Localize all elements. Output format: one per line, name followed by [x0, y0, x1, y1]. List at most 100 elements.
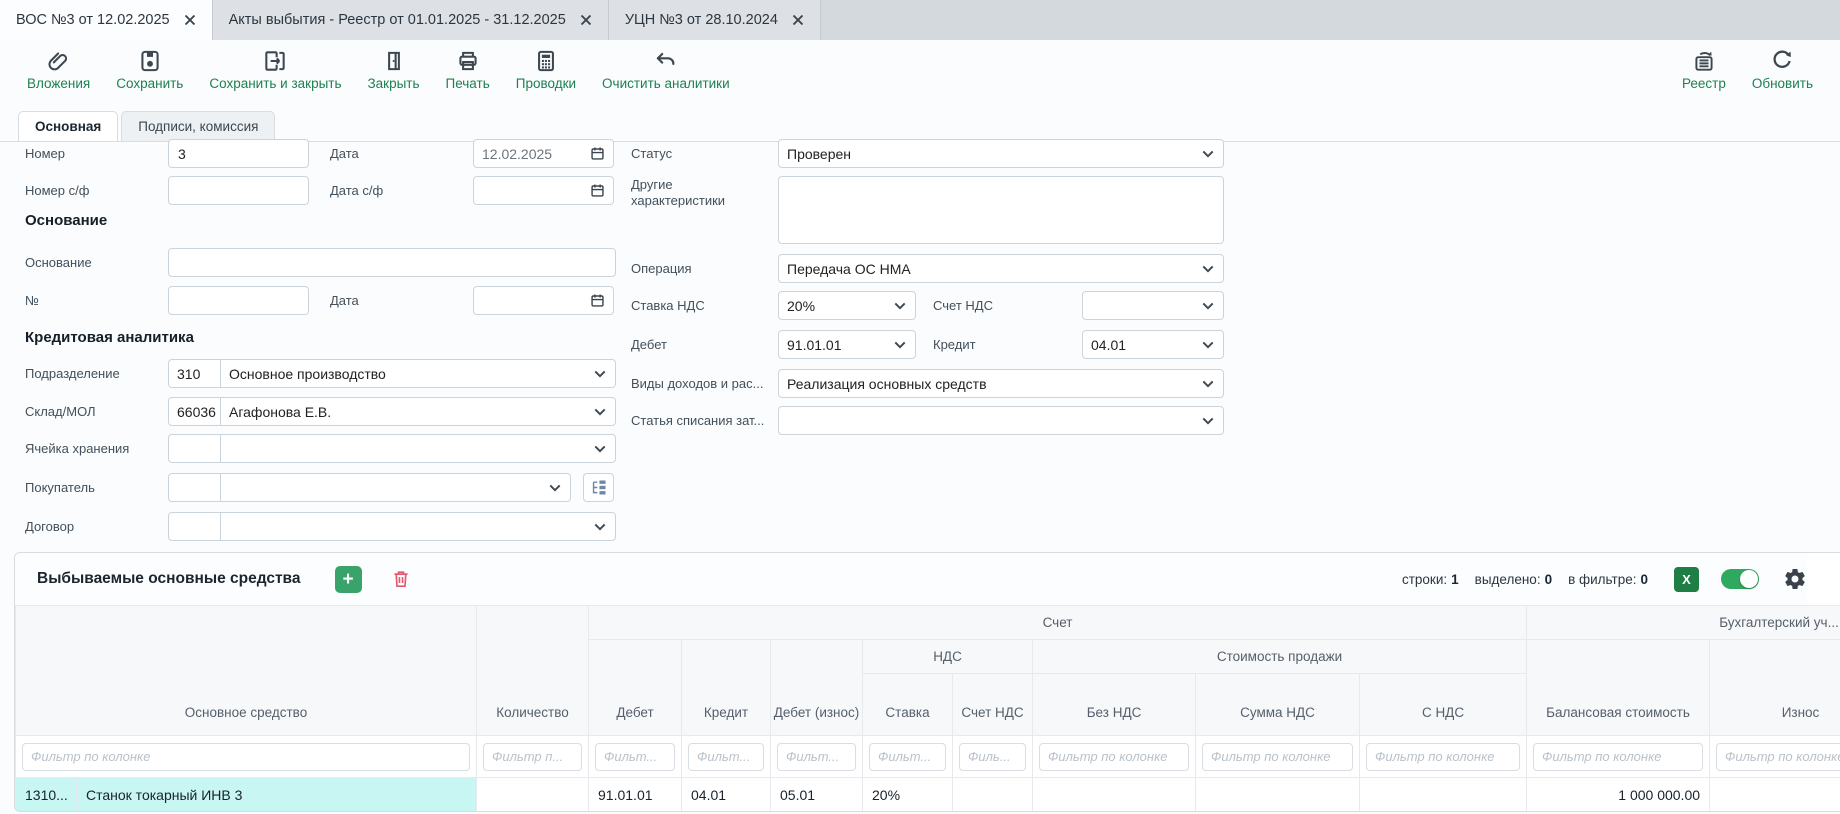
filter-input-osnovnoe-sredstvo[interactable] — [22, 743, 470, 771]
vidy-dohodov-select[interactable]: Реализация основных средств — [778, 369, 1224, 398]
table-row[interactable]: 1310... Станок токарный ИНВ 3 91.01.01 0… — [16, 778, 1840, 812]
close-icon[interactable] — [792, 14, 804, 26]
filter-toggle[interactable] — [1721, 569, 1759, 589]
statya-spisaniya-select[interactable] — [778, 406, 1224, 435]
schet-nds-select[interactable] — [1082, 291, 1224, 320]
column-header-debet[interactable]: Дебет — [589, 640, 682, 736]
tab-podpisi-komissiya[interactable]: Подписи, комиссия — [121, 111, 275, 141]
pokupatel-hierarchy-button[interactable] — [583, 473, 614, 502]
column-header-s-nds[interactable]: С НДС — [1360, 674, 1527, 736]
cell-schet-nds — [953, 778, 1033, 812]
status-select[interactable]: Проверен — [778, 139, 1224, 168]
tab-osnovnaya[interactable]: Основная — [18, 111, 118, 141]
field-label-vidy-dohodov: Виды доходов и рас... — [631, 376, 763, 392]
cell-qty — [477, 778, 589, 812]
debet-select[interactable]: 91.01.01 — [778, 330, 916, 359]
filter-input-summa-nds[interactable] — [1202, 743, 1353, 771]
other-characteristics-textarea[interactable] — [778, 176, 1224, 244]
column-header-bez-nds[interactable]: Без НДС — [1033, 674, 1196, 736]
attachments-button[interactable]: Вложения — [14, 45, 103, 93]
close-icon[interactable] — [184, 14, 196, 26]
paperclip-icon — [46, 47, 72, 74]
save-button[interactable]: Сохранить — [103, 45, 196, 93]
field-label-schet-nds: Счет НДС — [933, 298, 993, 314]
filter-input-stavka[interactable] — [869, 743, 946, 771]
delete-row-button[interactable] — [390, 568, 412, 590]
filter-input-kredit[interactable] — [688, 743, 764, 771]
column-header-iznos[interactable]: Износ — [1710, 640, 1840, 736]
calendar-icon[interactable] — [590, 183, 605, 198]
filter-input-debet[interactable] — [595, 743, 675, 771]
osnovanie-input[interactable] — [168, 248, 616, 277]
kredit-select[interactable]: 04.01 — [1082, 330, 1224, 359]
document-tab-label: ВОС №3 от 12.02.2025 — [16, 12, 170, 28]
document-tab-vos[interactable]: ВОС №3 от 12.02.2025 — [0, 0, 213, 40]
column-header-schet-nds[interactable]: Счет НДС — [953, 674, 1033, 736]
toolbar-button-label: Вложения — [27, 76, 90, 91]
postings-button[interactable]: Проводки — [503, 45, 589, 93]
filter-input-kolichestvo[interactable] — [483, 743, 582, 771]
refresh-button[interactable]: Обновить — [1739, 45, 1826, 93]
filter-input-debet-iznos[interactable] — [777, 743, 856, 771]
trash-icon — [390, 568, 412, 590]
save-and-close-button[interactable]: Сохранить и закрыть — [196, 45, 354, 93]
group-header-buhgalterskiy: Бухгалтерский уч... — [1527, 606, 1840, 640]
dogovor-select[interactable] — [168, 512, 616, 541]
calendar-icon[interactable] — [590, 293, 605, 308]
data-input[interactable] — [482, 146, 590, 162]
document-tab-ucn[interactable]: УЦН №3 от 28.10.2024 — [609, 0, 821, 40]
column-header-balansovaya[interactable]: Балансовая стоимость — [1527, 640, 1710, 736]
calendar-icon[interactable] — [590, 146, 605, 161]
column-header-osnovnoe-sredstvo[interactable]: Основное средство — [16, 606, 477, 736]
door-icon — [381, 47, 407, 74]
cell-summa-nds — [1196, 778, 1360, 812]
column-header-kredit[interactable]: Кредит — [682, 640, 771, 736]
data-field[interactable] — [473, 139, 614, 168]
column-header-stavka[interactable]: Ставка — [863, 674, 953, 736]
podrazdelenie-select[interactable]: 310 Основное производство — [168, 359, 616, 388]
document-tab-label: Акты выбытия - Реестр от 01.01.2025 - 31… — [229, 12, 566, 28]
field-label-data2: Дата — [330, 293, 359, 309]
export-excel-button[interactable]: X — [1674, 567, 1699, 592]
field-label-data-sf: Дата с/ф — [330, 183, 383, 199]
nomer-input[interactable] — [168, 139, 309, 168]
nomer-sf-input[interactable] — [168, 176, 309, 205]
pokupatel-select[interactable] — [168, 473, 571, 502]
field-label-sklad-mol: Склад/МОЛ — [25, 404, 96, 420]
debet-value: 91.01.01 — [779, 337, 890, 353]
stavka-nds-select[interactable]: 20% — [778, 291, 916, 320]
register-button[interactable]: Реестр — [1669, 45, 1739, 93]
grid-toolbar: Выбываемые основные средства + строки:1 … — [15, 553, 1807, 605]
close-document-button[interactable]: Закрыть — [355, 45, 433, 93]
chevron-down-icon — [1202, 150, 1214, 158]
grid-settings-button[interactable] — [1783, 567, 1807, 591]
filter-input-schet-nds[interactable] — [959, 743, 1026, 771]
group-header-stoimost-prodazhi: Стоимость продажи — [1033, 640, 1527, 674]
filter-input-s-nds[interactable] — [1366, 743, 1520, 771]
print-button[interactable]: Печать — [433, 45, 503, 93]
column-header-summa-nds[interactable]: Сумма НДС — [1196, 674, 1360, 736]
data2-input[interactable] — [482, 293, 590, 309]
data-sf-field[interactable] — [473, 176, 614, 205]
column-header-kolichestvo[interactable]: Количество — [477, 606, 589, 736]
grid-title: Выбываемые основные средства — [37, 570, 301, 588]
filter-input-bez-nds[interactable] — [1039, 743, 1189, 771]
yacheyka-select[interactable] — [168, 434, 616, 463]
dogovor-code — [169, 513, 221, 540]
operation-select[interactable]: Передача ОС НМА — [778, 254, 1224, 283]
add-row-button[interactable]: + — [335, 566, 362, 593]
pokupatel-code — [169, 474, 221, 501]
document-tab-akty[interactable]: Акты выбытия - Реестр от 01.01.2025 - 31… — [213, 0, 609, 40]
close-icon[interactable] — [580, 14, 592, 26]
data-sf-input[interactable] — [482, 183, 590, 199]
cell-name: Станок токарный ИНВ 3 — [77, 778, 477, 812]
undo-icon — [653, 47, 679, 74]
data2-field[interactable] — [473, 286, 614, 315]
filter-input-balansovaya[interactable] — [1533, 743, 1703, 771]
num-input[interactable] — [168, 286, 309, 315]
clear-analytics-button[interactable]: Очистить аналитики — [589, 45, 743, 93]
filter-input-iznos[interactable] — [1716, 743, 1840, 771]
column-header-debet-iznos[interactable]: Дебет (износ) — [771, 640, 863, 736]
toolbar-button-label: Реестр — [1682, 76, 1726, 91]
sklad-mol-select[interactable]: 66036 Агафонова Е.В. — [168, 397, 616, 426]
